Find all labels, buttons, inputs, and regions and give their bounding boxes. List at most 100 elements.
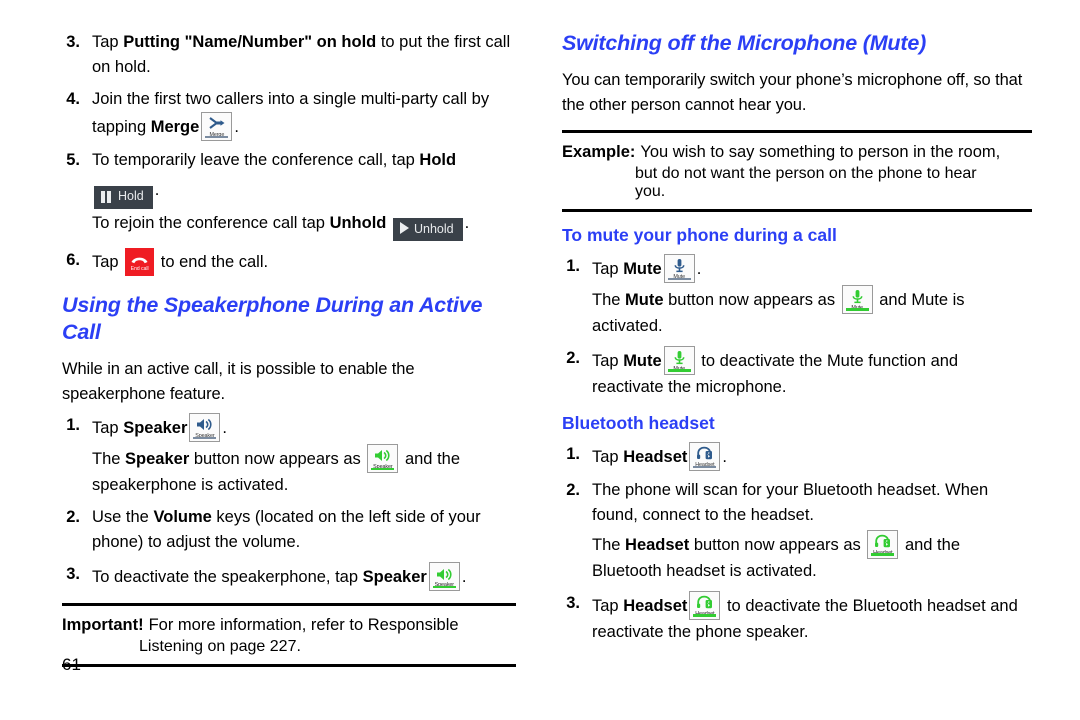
mute-deactivate-icon[interactable]: Mute <box>663 345 695 375</box>
end-call-icon[interactable]: End call <box>125 248 155 277</box>
bt-step-bold: Headset <box>623 447 688 466</box>
bluetooth-headset-deactivate-glyph <box>690 594 719 611</box>
example-note-body: Example: You wish to say something to pe… <box>562 140 1032 165</box>
speaker-icon-underline <box>193 437 217 440</box>
list-number: 2. <box>66 508 80 527</box>
example-note: Example: You wish to say something to pe… <box>562 133 1032 209</box>
bt-sub-bold: Headset <box>625 535 690 554</box>
important-note: Important! For more information, refer t… <box>62 606 516 664</box>
important-note-text: For more information, refer to Responsib… <box>148 616 459 635</box>
left-column: 3. Tap Putting "Name/Number" on hold to … <box>62 30 532 668</box>
mute-active-icon[interactable]: Mute <box>841 284 873 314</box>
bt-step-pre: Tap <box>592 596 624 615</box>
speaker-step-bold: Speaker <box>123 419 188 438</box>
step6-trailing-text: to end the call. <box>156 253 269 272</box>
speaker-step-pre: Use the <box>92 508 154 527</box>
bt-step-bold: Headset <box>623 596 688 615</box>
microphone-deactivate-glyph <box>665 349 694 366</box>
example-note-text: You wish to say something to person in t… <box>640 143 1001 162</box>
microphone-glyph <box>665 257 694 274</box>
step-text-bold: Putting "Name/Number" on hold <box>123 33 377 51</box>
hold-button-line: Hold. <box>92 178 516 210</box>
example-note-label: Example: <box>562 143 636 162</box>
bt-sub-pre: The <box>592 535 626 554</box>
mute-step-post: . <box>696 259 702 278</box>
headset-active-underline <box>871 553 895 556</box>
step-trailing-period: . <box>234 118 239 137</box>
list-number: 3. <box>66 565 80 584</box>
list-text: Tap End call to end the call. <box>92 248 516 277</box>
step-text-bold: Merge <box>150 118 200 137</box>
list-number: 4. <box>66 90 80 109</box>
list-number: 5. <box>66 151 80 170</box>
mute-step-pre: Tap <box>592 259 624 278</box>
mute-sub-mid: button now appears as <box>663 290 840 309</box>
speaker-step-post: . <box>222 419 227 438</box>
example-note-line2: but do not want the person on the phone … <box>635 164 977 182</box>
list-item: 1. Tap Headset Headset. <box>562 441 1032 471</box>
mute-active-underline <box>845 308 869 311</box>
mute-step-pre: Tap <box>592 351 624 370</box>
step-text-plain: To temporarily leave the conference call… <box>92 151 420 170</box>
page-number: 61 <box>62 655 81 674</box>
rejoin-line: To rejoin the conference call tap Unhold… <box>92 211 516 242</box>
headset-active-icon[interactable]: Headset <box>867 529 899 559</box>
rejoin-text-pre: To rejoin the conference call tap <box>92 214 330 233</box>
mute-icon[interactable]: Mute <box>663 253 695 283</box>
list-text: Tap Mute Mute. The Mute button now appear… <box>592 253 1032 339</box>
mute-step-bold: Mute <box>623 351 662 370</box>
merge-glyph <box>202 115 231 132</box>
list-item: 6. Tap End call to end the call. <box>62 248 516 277</box>
list-text: Tap MuteMute to deactivate the Mute func… <box>592 345 1032 400</box>
speaker-substep: The Speaker button now appears as Speake… <box>92 444 516 498</box>
note-rule-bottom <box>62 664 516 668</box>
mute-sub-bold: Mute <box>625 290 664 309</box>
speaker-deactivate-icon[interactable]: Speaker <box>428 562 460 592</box>
list-item: 4. Join the first two callers into a sin… <box>62 87 516 142</box>
bt-step-post: . <box>722 447 727 466</box>
mute-sub-pre: The <box>592 290 626 309</box>
mute-intro: You can temporarily switch your phone’s … <box>562 70 1023 114</box>
list-number: 2. <box>566 348 580 367</box>
headset-deactivate-icon[interactable]: Headset <box>689 590 721 620</box>
step-text-plain: Tap <box>92 33 124 51</box>
list-text: Use the Volume keys (located on the left… <box>92 505 516 555</box>
speaker-step-pre: To deactivate the speakerphone, tap <box>92 568 363 587</box>
manual-page: 3. Tap Putting "Name/Number" on hold to … <box>0 0 1080 720</box>
bt-substep: The Headset button now appears as Headse… <box>592 529 1032 584</box>
bt-step-pre: Tap <box>592 447 624 466</box>
hold-button[interactable]: Hold <box>94 186 153 210</box>
end-call-icon-label: End call <box>130 266 149 273</box>
merge-icon[interactable]: Merge <box>201 112 233 142</box>
right-column: Switching off the Microphone (Mute) You … <box>532 30 1032 667</box>
list-text: To temporarily leave the conference call… <box>92 148 516 242</box>
headset-icon-underline <box>693 465 717 468</box>
headset-icon[interactable]: Headset <box>689 441 721 471</box>
step-text-bold: Hold <box>419 151 457 170</box>
speaker-sub-bold: Speaker <box>125 450 190 469</box>
important-note-line2: Listening on page 227. <box>139 638 301 656</box>
list-number: 3. <box>566 593 580 612</box>
list-text: Tap Speaker Speaker. The Speaker button n… <box>92 413 516 498</box>
two-column-layout: 3. Tap Putting "Name/Number" on hold to … <box>0 0 1080 668</box>
important-note-body: Important! For more information, refer t… <box>62 613 516 638</box>
speaker-glyph <box>190 416 219 433</box>
play-icon <box>399 222 409 235</box>
rejoin-text-bold: Unhold <box>329 214 387 233</box>
speaker-active-glyph <box>368 447 397 464</box>
bluetooth-headset-active-glyph <box>868 533 897 550</box>
list-item: 3. Tap HeadsetHeadset to deactivate the … <box>562 590 1032 645</box>
list-item: 2. The phone will scan for your Bluetoot… <box>562 478 1032 584</box>
microphone-active-glyph <box>843 288 872 305</box>
list-text: Tap Putting "Name/Number" on hold to put… <box>92 30 516 80</box>
list-item: 1. Tap Speaker Speaker. The Speaker butto… <box>62 413 516 498</box>
speaker-active-icon[interactable]: Speaker <box>367 444 399 474</box>
unhold-button[interactable]: Unhold <box>392 218 463 242</box>
speaker-sub-mid: button now appears as <box>189 450 366 469</box>
list-item: 3. To deactivate the speakerphone, tap S… <box>62 562 516 592</box>
speaker-icon[interactable]: Speaker <box>189 413 221 443</box>
list-item: 2. Use the Volume keys (located on the l… <box>62 505 516 555</box>
list-item: 2. Tap MuteMute to deactivate the Mute f… <box>562 345 1032 400</box>
list-text: The phone will scan for your Bluetooth h… <box>592 478 1032 584</box>
list-text: Tap HeadsetHeadset to deactivate the Blu… <box>592 590 1032 645</box>
